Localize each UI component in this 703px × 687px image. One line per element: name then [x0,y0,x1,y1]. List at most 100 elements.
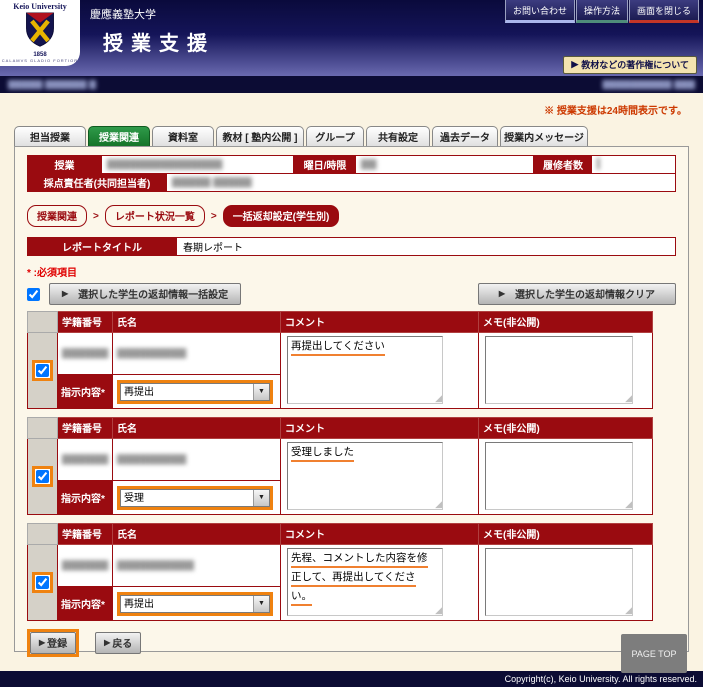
play-icon: ▶ [499,289,505,298]
24h-notice: ※ 授業支援は24時間表示です。 [0,93,703,125]
enrolled-label: 履修者数 [534,155,592,174]
student-block: 学籍番号 氏名 コメント メモ(非公開) ▇▇▇▇▇▇ ▇▇▇▇▇▇▇▇▇▇ 先… [27,523,676,621]
memo-textarea[interactable] [485,442,633,510]
datetime-redacted: ▇▇▇▇▇▇▇▇▇▇ ▇▇▇ [603,79,695,90]
app-header: Keio University 1858 CALAMVS GLADIO FORT… [0,0,703,76]
highlight-box [32,360,53,381]
grader-label: 採点責任者(共同担当者) [27,173,167,192]
tab-assigned-classes[interactable]: 担当授業 [14,126,86,146]
instruction-label: 指示内容* [58,375,113,409]
page-title: 授業支援 [103,27,215,56]
highlight-box: 再提出▼ [117,592,273,616]
main-tabs: 担当授業 授業関連 資料室 教材 [ 塾内公開 ] グループ 共有設定 過去デー… [14,125,703,146]
materials-copyright-link[interactable]: ▶ 教材などの著作権について [563,56,697,74]
play-icon: ▶ [62,289,68,298]
batch-actions-row: ▶ 選択した学生の返却情報一括設定 ▶ 選択した学生の返却情報クリア [27,283,676,305]
student-id-redacted: ▇▇▇▇▇▇ [62,454,108,465]
play-icon: ▶ [39,638,45,647]
name-header: 氏名 [113,524,281,545]
tab-share-settings[interactable]: 共有設定 [366,126,430,146]
student-name-redacted: ▇▇▇▇▇▇▇▇▇▇ [117,560,194,571]
instruction-label: 指示内容* [58,587,113,621]
tab-class-related[interactable]: 授業関連 [88,126,150,146]
comment-header: コメント [281,312,479,333]
keio-shield-icon [24,12,56,48]
memo-header: メモ(非公開) [479,524,653,545]
comment-header: コメント [281,524,479,545]
memo-header: メモ(非公開) [479,312,653,333]
breadcrumb-separator: > [211,211,217,222]
play-icon: ▶ [104,638,110,647]
select-student-checkbox[interactable] [36,576,49,589]
report-title-value: 春期レポート [177,237,676,256]
register-button[interactable]: ▶ 登録 [30,632,76,654]
student-block: 学籍番号 氏名 コメント メモ(非公開) ▇▇▇▇▇▇ ▇▇▇▇▇▇▇▇▇ 再提… [27,311,676,409]
comment-header: コメント [281,418,479,439]
contact-button[interactable]: お問い合わせ [505,0,575,23]
memo-header: メモ(非公開) [479,418,653,439]
select-student-checkbox[interactable] [36,470,49,483]
student-id-redacted: ▇▇▇▇▇▇ [62,348,108,359]
tab-resource-room[interactable]: 資料室 [152,126,214,146]
howto-button[interactable]: 操作方法 [576,0,628,23]
tab-class-messages[interactable]: 授業内メッセージ [500,126,588,146]
enrolled-value-redacted: ▍ [597,159,605,170]
dropdown-arrow-icon: ▼ [253,596,269,612]
highlight-box: 受理▼ [117,486,273,510]
student-id-redacted: ▇▇▇▇▇▇ [62,560,108,571]
page-top-button[interactable]: PAGE TOP [621,634,687,673]
report-title-row: レポートタイトル 春期レポート [27,237,676,256]
student-block: 学籍番号 氏名 コメント メモ(非公開) ▇▇▇▇▇▇ ▇▇▇▇▇▇▇▇▇ 受理… [27,417,676,515]
highlight-box: 再提出▼ [117,380,273,404]
logo-text: Keio University [0,2,80,11]
close-screen-button[interactable]: 画面を閉じる [629,0,699,23]
comment-textarea[interactable]: 先程、コメントした内容を修 正して、再提出してくださ い。 [287,548,443,616]
back-button[interactable]: ▶ 戻る [95,632,141,654]
select-all-checkbox[interactable] [27,288,40,301]
comment-textarea[interactable]: 再提出してください [287,336,443,404]
dropdown-arrow-icon: ▼ [253,490,269,506]
form-actions: ▶ 登録 ▶ 戻る [27,629,676,657]
student-name-redacted: ▇▇▇▇▇▇▇▇▇ [117,454,186,465]
breadcrumb-batch-return-current: 一括返却設定(学生別) [223,205,340,227]
memo-textarea[interactable] [485,548,633,616]
checkbox-column-header [28,312,58,333]
university-name: 慶應義塾大学 [90,6,156,22]
content-panel: 授業 ▇▇▇▇▇▇▇▇▇▇▇▇▇▇▇ 曜日/時限 ▇▇ 履修者数 ▍ 採点責任者… [14,146,689,652]
highlight-box: ▶ 登録 [27,629,79,657]
checkbox-column-header [28,524,58,545]
breadcrumb-class-related[interactable]: 授業関連 [27,205,87,227]
student-id-header: 学籍番号 [58,312,113,333]
instruction-select[interactable]: 受理▼ [120,489,270,507]
header-nav: お問い合わせ 操作方法 画面を閉じる [505,0,699,23]
footer: Copyright(c), Keio University. All right… [0,671,703,687]
highlight-box [32,572,53,593]
day-period-label: 曜日/時限 [294,155,356,174]
tab-group[interactable]: グループ [306,126,364,146]
page: Keio University 1858 CALAMVS GLADIO FORT… [0,0,703,687]
class-value-redacted: ▇▇▇▇▇▇▇▇▇▇▇▇▇▇▇ [107,159,222,170]
instruction-label: 指示内容* [58,481,113,515]
name-header: 氏名 [113,418,281,439]
highlight-box [32,466,53,487]
dropdown-arrow-icon: ▼ [253,384,269,400]
breadcrumb-report-status-list[interactable]: レポート状況一覧 [105,205,205,227]
keio-logo: Keio University 1858 CALAMVS GLADIO FORT… [0,0,80,66]
student-name-redacted: ▇▇▇▇▇▇▇▇▇ [117,348,186,359]
memo-textarea[interactable] [485,336,633,404]
instruction-select[interactable]: 再提出▼ [120,383,270,401]
clear-return-info-button[interactable]: ▶ 選択した学生の返却情報クリア [478,283,676,305]
batch-set-return-info-button[interactable]: ▶ 選択した学生の返却情報一括設定 [49,283,241,305]
class-info-row-1: 授業 ▇▇▇▇▇▇▇▇▇▇▇▇▇▇▇ 曜日/時限 ▇▇ 履修者数 ▍ [27,155,676,174]
select-student-checkbox[interactable] [36,364,49,377]
student-id-header: 学籍番号 [58,524,113,545]
user-bar: ▇▇▇▇▇ ▇▇▇▇▇▇ ▇ ▇▇▇▇▇▇▇▇▇▇ ▇▇▇ [0,76,703,93]
report-title-label: レポートタイトル [27,237,177,256]
tab-materials[interactable]: 教材 [ 塾内公開 ] [216,126,304,146]
class-info-row-2: 採点責任者(共同担当者) ▇▇▇▇▇ ▇▇▇▇▇ [27,173,676,192]
checkbox-column-header [28,418,58,439]
instruction-select[interactable]: 再提出▼ [120,595,270,613]
tab-past-data[interactable]: 過去データ [432,126,498,146]
comment-textarea[interactable]: 受理しました [287,442,443,510]
breadcrumb: 授業関連 > レポート状況一覧 > 一括返却設定(学生別) [27,205,676,227]
